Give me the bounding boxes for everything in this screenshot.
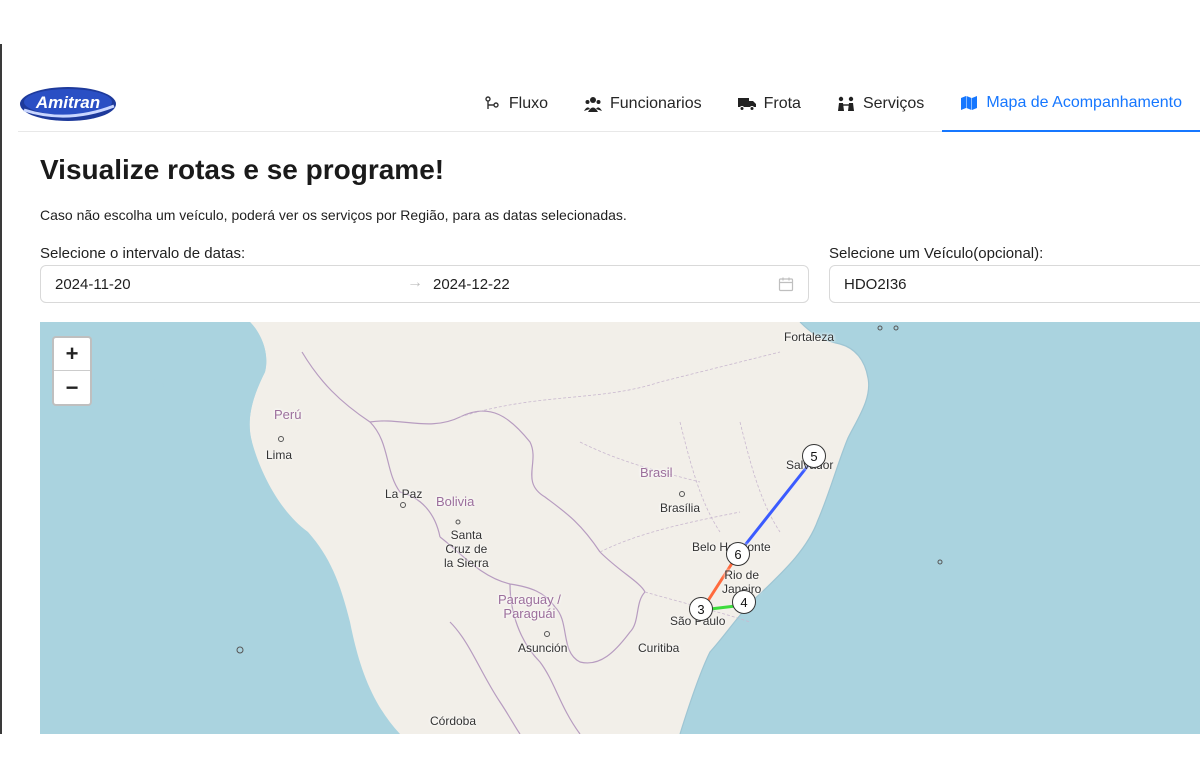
nav-item-funcionarios[interactable]: Funcionarios: [566, 76, 720, 132]
nav-item-mapa[interactable]: Mapa de Acompanhamento: [942, 76, 1200, 132]
map-label-paraguay: Paraguay / Paraguái: [498, 592, 561, 621]
main-menu: Fluxo Funcionarios Frota Serviços Mapa d…: [465, 76, 1200, 132]
route-marker[interactable]: 5: [802, 444, 826, 468]
vehicle-label: Selecione um Veículo(opcional):: [829, 245, 1044, 262]
map-label-brasilia: Brasília: [660, 501, 701, 515]
nav-label: Fluxo: [508, 95, 548, 112]
top-navbar: Amitran Fluxo Funcionarios Frota Serviço…: [18, 76, 1200, 132]
vehicle-select[interactable]: HDO2I36: [829, 265, 1200, 303]
nav-label: Frota: [763, 95, 801, 112]
svg-text:Amitran: Amitran: [35, 93, 100, 112]
map-label-brasil: Brasil: [640, 465, 673, 480]
map-tiles: [40, 322, 943, 734]
nav-item-servicos[interactable]: Serviços: [819, 76, 942, 132]
map-label-curitiba: Curitiba: [638, 641, 680, 655]
vehicle-selected-value: HDO2I36: [844, 276, 907, 293]
flow-icon: [483, 95, 501, 113]
nav-item-fluxo[interactable]: Fluxo: [465, 76, 566, 132]
date-range-picker[interactable]: 2024-11-20 → 2024-12-22: [40, 265, 809, 303]
amitran-logo[interactable]: Amitran: [18, 80, 118, 124]
tracking-map[interactable]: + − Fortaleza Perú Lima La Paz Bolivia S…: [40, 322, 1200, 734]
end-date-input[interactable]: 2024-12-22: [433, 276, 510, 293]
map-label-bolivia: Bolivia: [436, 494, 475, 509]
zoom-control: + −: [52, 336, 92, 406]
zoom-out-button[interactable]: −: [54, 371, 90, 404]
map-label-cordoba: Córdoba: [430, 714, 477, 728]
window-edge: [0, 44, 2, 734]
map-label-santa-cruz: Santa Cruz de la Sierra: [444, 528, 489, 570]
map-icon: [960, 94, 978, 112]
range-arrow-icon: →: [407, 274, 423, 291]
page-title: Visualize rotas e se programe!: [40, 154, 445, 185]
services-icon: [837, 95, 855, 113]
team-icon: [584, 95, 602, 113]
map-label-peru: Perú: [274, 407, 302, 422]
nav-label: Mapa de Acompanhamento: [986, 94, 1182, 111]
map-label-la-paz: La Paz: [385, 487, 423, 501]
nav-item-frota[interactable]: Frota: [720, 76, 819, 132]
route-marker[interactable]: 4: [732, 590, 756, 614]
date-range-label: Selecione o intervalo de datas:: [40, 245, 246, 262]
zoom-in-button[interactable]: +: [54, 338, 90, 371]
map-label-fortaleza: Fortaleza: [784, 330, 835, 344]
start-date-input[interactable]: 2024-11-20: [55, 276, 131, 293]
nav-label: Funcionarios: [610, 95, 702, 112]
calendar-icon[interactable]: [778, 276, 794, 296]
map-label-lima: Lima: [266, 448, 293, 462]
truck-icon: [737, 95, 756, 113]
route-marker[interactable]: 3: [689, 597, 713, 621]
nav-label: Serviços: [862, 95, 925, 112]
route-marker[interactable]: 6: [726, 542, 750, 566]
map-label-asuncion: Asunción: [518, 641, 568, 655]
page-description: Caso não escolha um veículo, poderá ver …: [40, 207, 627, 223]
